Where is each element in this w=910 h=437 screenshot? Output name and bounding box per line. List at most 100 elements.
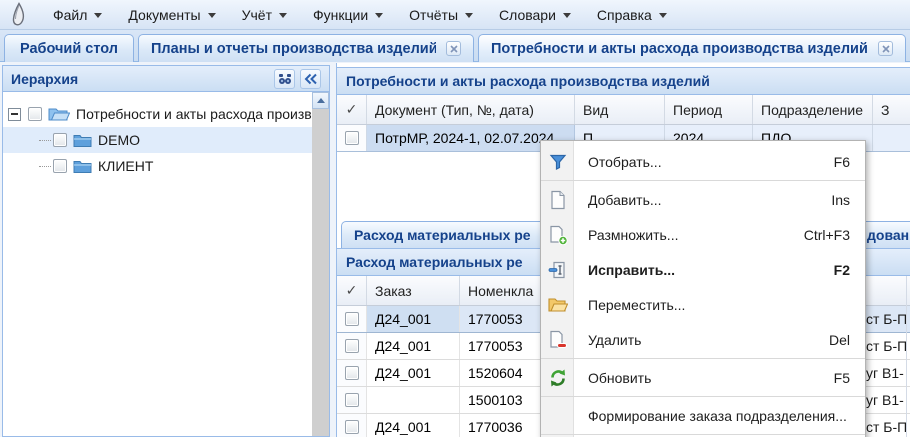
column-header-document[interactable]: Документ (Тип, №, дата): [367, 95, 575, 124]
row-checkbox[interactable]: [345, 131, 359, 145]
hierarchy-tree: Потребности и акты расхода произв DEMO К…: [3, 92, 329, 179]
dropdown-arrow-icon: [94, 13, 102, 18]
menu-item-label: Удалить: [588, 332, 829, 348]
menu-item-filter[interactable]: Отобрать... F6: [541, 144, 865, 179]
row-checkbox-cell[interactable]: [337, 306, 367, 332]
row-checkbox[interactable]: [345, 312, 359, 326]
menubar-item-functions[interactable]: Функции: [300, 3, 396, 27]
tab-desktop[interactable]: Рабочий стол: [4, 34, 134, 62]
tree-item-label: КЛИЕНТ: [98, 158, 153, 174]
dropdown-arrow-icon: [208, 13, 216, 18]
column-divider: [906, 276, 907, 437]
menubar-item-accounting[interactable]: Учёт: [229, 3, 300, 27]
row-checkbox[interactable]: [345, 393, 359, 407]
row-checkbox-cell[interactable]: [337, 333, 367, 359]
tree-checkbox[interactable]: [28, 107, 42, 121]
column-header-period[interactable]: Период: [665, 95, 753, 124]
tree-vertical-scrollbar[interactable]: [312, 92, 329, 436]
menubar-item-documents[interactable]: Документы: [115, 3, 228, 27]
menu-separator: [541, 434, 865, 435]
tree-item-label: DEMO: [98, 132, 140, 148]
menu-item-label: Обновить: [588, 370, 834, 386]
collapse-expander-icon[interactable]: [8, 108, 21, 121]
dropdown-arrow-icon: [659, 13, 667, 18]
delete-page-icon: [548, 330, 568, 350]
tab-label: дован: [867, 227, 909, 243]
scroll-up-icon[interactable]: [312, 92, 329, 109]
menubar-item-label: Отчёты: [409, 7, 458, 23]
menu-item-delete[interactable]: Удалить Del: [541, 322, 865, 357]
row-checkbox[interactable]: [345, 339, 359, 353]
column-header-clipped[interactable]: З: [873, 95, 910, 124]
hierarchy-panel: Иерархия Потребности и акты расхода прои…: [2, 65, 330, 437]
row-checkbox[interactable]: [345, 420, 359, 434]
edit-page-icon: [548, 260, 568, 280]
menu-separator: [541, 180, 865, 181]
tab-label: Планы и отчеты производства изделий: [151, 41, 436, 57]
row-checkbox[interactable]: [345, 366, 359, 380]
cell-order[interactable]: Д24_001: [367, 333, 460, 359]
tree-root-needs[interactable]: Потребности и акты расхода произв: [3, 101, 329, 127]
row-checkbox-cell[interactable]: [337, 387, 367, 413]
cell-name-fragment: уг В1-: [866, 360, 910, 386]
tab-production-plans[interactable]: Планы и отчеты производства изделий: [138, 34, 474, 62]
menubar-item-dictionaries[interactable]: Словари: [486, 3, 584, 27]
row-checkbox-cell[interactable]: [337, 125, 367, 151]
row-checkbox-cell[interactable]: [337, 360, 367, 386]
menu-item-shortcut: F5: [834, 370, 850, 386]
cell-order[interactable]: Д24_001: [367, 360, 460, 386]
tab-label: Рабочий стол: [20, 41, 118, 57]
tree-checkbox[interactable]: [53, 159, 67, 173]
duplicate-page-icon: [548, 225, 568, 245]
collapse-panel-button[interactable]: [300, 69, 321, 89]
dropdown-arrow-icon: [563, 13, 571, 18]
cell-order[interactable]: Д24_001: [367, 414, 460, 437]
menu-item-shortcut: F6: [834, 154, 850, 170]
check-column-header[interactable]: ✓: [337, 276, 367, 305]
menubar-item-file[interactable]: Файл: [40, 3, 115, 27]
tree-item-client[interactable]: КЛИЕНТ: [3, 153, 329, 179]
cell-name-fragment: ст Б-П: [866, 306, 910, 332]
column-header-type[interactable]: Вид: [575, 95, 665, 124]
menubar-item-reports[interactable]: Отчёты: [396, 3, 486, 27]
cell-order[interactable]: [367, 387, 460, 413]
cell-name-fragment: ст Б-П: [866, 414, 910, 437]
tree-checkbox[interactable]: [53, 133, 67, 147]
tab-material-expense[interactable]: Расход материальных ре: [341, 221, 551, 248]
refresh-icon: [548, 368, 568, 388]
menu-item-form-department-order[interactable]: Формирование заказа подразделения...: [541, 398, 865, 433]
check-column-header[interactable]: ✓: [337, 95, 367, 124]
menu-item-add[interactable]: Добавить... Ins: [541, 182, 865, 217]
menu-item-move[interactable]: Переместить...: [541, 287, 865, 322]
menu-separator: [541, 396, 865, 397]
cell-order[interactable]: Д24_001: [367, 306, 460, 332]
application-window: Файл Документы Учёт Функции Отчёты Слова…: [0, 0, 910, 437]
menubar-item-help[interactable]: Справка: [584, 3, 680, 27]
menu-item-edit[interactable]: Исправить... F2: [541, 252, 865, 287]
tab-close-icon[interactable]: [878, 41, 893, 56]
column-header-department[interactable]: Подразделение: [753, 95, 873, 124]
tab-close-icon[interactable]: [446, 41, 461, 56]
row-checkbox-cell[interactable]: [337, 414, 367, 437]
search-button[interactable]: [274, 69, 295, 89]
context-menu: Отобрать... F6 Добавить... Ins Размножит…: [540, 140, 866, 437]
filter-icon: [548, 152, 568, 172]
dropdown-arrow-icon: [375, 13, 383, 18]
cell-name-fragment: ст Б-П: [866, 333, 910, 359]
documents-grid-header: ✓ Документ (Тип, №, дата) Вид Период Под…: [337, 95, 910, 125]
menu-item-refresh[interactable]: Обновить F5: [541, 360, 865, 395]
tab-clipped-fragment[interactable]: дован: [862, 221, 910, 248]
tab-needs-and-acts[interactable]: Потребности и акты расхода производства …: [478, 34, 906, 62]
menu-item-duplicate[interactable]: Размножить... Ctrl+F3: [541, 217, 865, 252]
add-page-icon: [548, 190, 568, 210]
tab-label: Расход материальных ре: [354, 227, 531, 243]
tab-label: Потребности и акты расхода производства …: [491, 41, 868, 57]
menu-item-shortcut: F2: [834, 262, 850, 278]
cell-empty[interactable]: [873, 125, 910, 151]
tree-connector: [39, 166, 51, 167]
menu-item-label: Отобрать...: [588, 154, 834, 170]
tree-connector: [39, 140, 51, 141]
tree-item-demo[interactable]: DEMO: [3, 127, 329, 153]
column-header-order[interactable]: Заказ: [367, 276, 460, 305]
menu-item-shortcut: Ctrl+F3: [804, 227, 850, 243]
